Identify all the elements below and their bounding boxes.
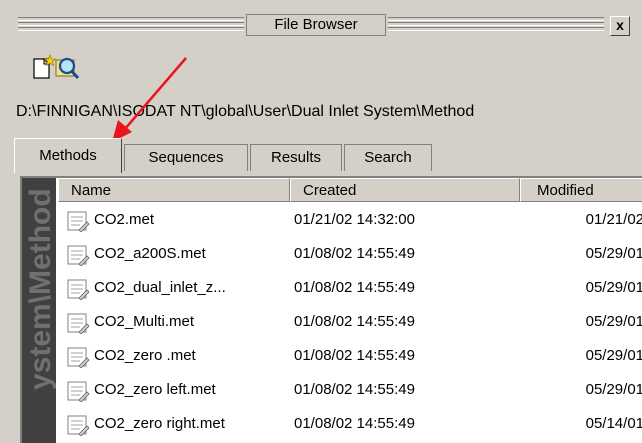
file-modified: 05/29/01 — [585, 245, 642, 262]
file-modified: 05/14/01 — [585, 415, 642, 432]
file-name: CO2_dual_inlet_z... — [94, 279, 226, 296]
file-name: CO2_zero left.met — [94, 381, 216, 398]
tab-sequences[interactable]: Sequences — [124, 144, 248, 171]
table-row[interactable]: CO2_Multi.met 01/08/02 14:55:49 05/29/01 — [58, 306, 642, 338]
file-modified: 05/29/01 — [585, 381, 642, 398]
file-modified: 05/29/01 — [585, 279, 642, 296]
tab-results[interactable]: Results — [250, 144, 342, 171]
current-path: D:\FINNIGAN\ISODAT NT\global\User\Dual I… — [16, 103, 475, 120]
title-grip-right-2 — [388, 22, 604, 26]
table-row[interactable]: CO2_zero right.met 01/08/02 14:55:49 05/… — [58, 408, 642, 440]
title-grip-right-3 — [388, 27, 604, 31]
title-bar[interactable]: File Browser x — [14, 14, 634, 36]
file-modified: 05/29/01 — [585, 313, 642, 330]
file-created: 01/08/02 14:55:49 — [294, 381, 415, 398]
file-name: CO2_Multi.met — [94, 313, 195, 330]
file-name: CO2_a200S.met — [94, 245, 206, 262]
window-title: File Browser — [246, 14, 386, 36]
file-name: CO2_zero right.met — [94, 415, 225, 432]
file-browser-window: File Browser x D:\FINNIGAN\ISODAT NT\glo… — [0, 0, 642, 443]
file-created: 01/08/02 14:55:49 — [294, 245, 415, 262]
method-file-icon — [67, 211, 90, 232]
close-button[interactable]: x — [610, 16, 630, 36]
method-file-icon — [67, 279, 90, 300]
table-row[interactable]: CO2_a200S.met 01/08/02 14:55:49 05/29/01 — [58, 238, 642, 270]
method-file-icon — [67, 415, 90, 436]
tab-strip: Methods Sequences Results Search — [14, 138, 454, 176]
title-grip-left-2 — [18, 22, 244, 26]
file-list-panel: ystem\Method Name Created Modified CO2.m… — [20, 176, 642, 443]
table-row[interactable]: CO2_zero .met 01/08/02 14:55:49 05/29/01 — [58, 340, 642, 372]
file-modified: 01/21/02 — [585, 211, 642, 228]
file-created: 01/08/02 14:55:49 — [294, 347, 415, 364]
table-row[interactable]: CO2_zero left.met 01/08/02 14:55:49 05/2… — [58, 374, 642, 406]
vertical-path-label: ystem\Method — [24, 188, 56, 390]
new-file-icon[interactable] — [30, 54, 57, 80]
title-grip-left — [18, 17, 244, 21]
column-header-name[interactable]: Name — [58, 178, 290, 202]
file-name: CO2_zero .met — [94, 347, 196, 364]
file-modified: 05/29/01 — [585, 347, 642, 364]
method-file-icon — [67, 313, 90, 334]
file-created: 01/08/02 14:55:49 — [294, 279, 415, 296]
method-file-icon — [67, 381, 90, 402]
file-created: 01/08/02 14:55:49 — [294, 313, 415, 330]
file-created: 01/21/02 14:32:00 — [294, 211, 415, 228]
table-row[interactable]: CO2_dual_inlet_z... 01/08/02 14:55:49 05… — [58, 272, 642, 304]
method-file-icon — [67, 347, 90, 368]
title-grip-left-3 — [18, 27, 244, 31]
file-created: 01/08/02 14:55:49 — [294, 415, 415, 432]
file-name: CO2.met — [94, 211, 155, 228]
vertical-path-bar: ystem\Method — [22, 178, 56, 443]
search-icon[interactable] — [54, 54, 80, 80]
column-header-created[interactable]: Created — [290, 178, 520, 202]
column-header-modified[interactable]: Modified — [520, 178, 642, 202]
table-row[interactable]: CO2.met 01/21/02 14:32:00 01/21/02 — [58, 204, 642, 236]
tab-methods[interactable]: Methods — [14, 138, 122, 173]
tab-search[interactable]: Search — [344, 144, 432, 171]
title-grip-right — [388, 17, 604, 21]
method-file-icon — [67, 245, 90, 266]
